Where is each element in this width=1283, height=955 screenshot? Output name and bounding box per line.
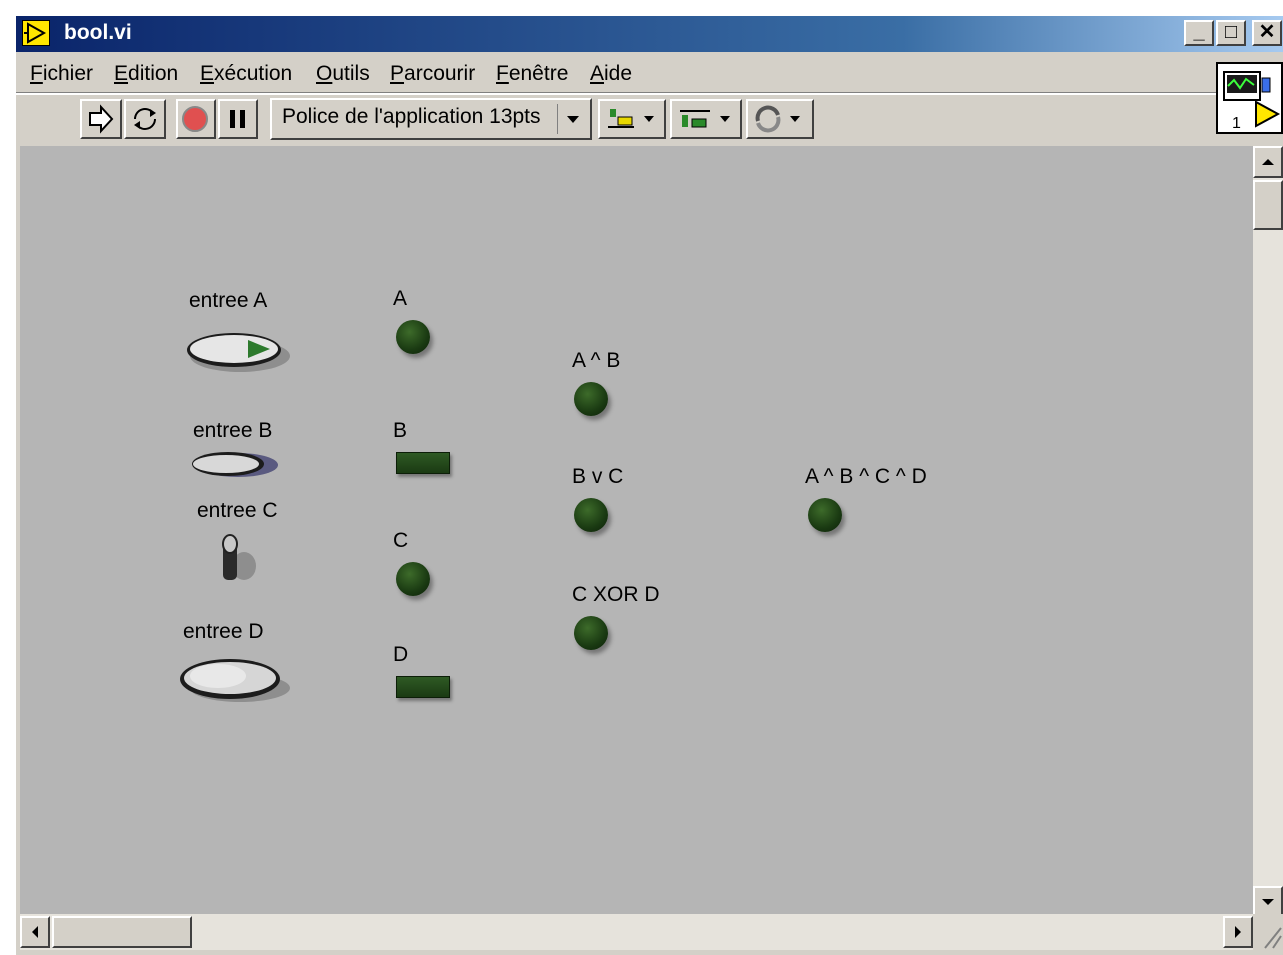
indicator-d-label: D <box>393 643 409 666</box>
title-bar[interactable]: bool.vi _ □ ✕ <box>16 16 1283 52</box>
vi-connector-pane-icon[interactable]: 1 <box>1216 62 1283 134</box>
indicator-c-xor-d-label: C XOR D <box>572 583 660 606</box>
indicator-all-and-led <box>808 498 842 532</box>
entree-d-label: entree D <box>183 620 264 643</box>
menu-separator <box>16 92 1216 95</box>
reorder-button[interactable] <box>746 99 814 139</box>
menu-aide[interactable]: Aide <box>590 62 632 86</box>
run-arrow-icon <box>89 104 114 134</box>
arrow-down-icon <box>1262 899 1274 905</box>
menu-fenetre[interactable]: Fenêtre <box>496 62 568 86</box>
window-title: bool.vi <box>64 21 132 44</box>
indicator-b-or-c-led <box>574 498 608 532</box>
scroll-left-button[interactable] <box>20 916 50 948</box>
distribute-objects-button[interactable] <box>670 99 742 139</box>
arrow-right-icon <box>1235 926 1241 938</box>
indicator-a-label: A <box>393 287 408 310</box>
chevron-down-icon[interactable] <box>557 104 588 134</box>
menu-edition[interactable]: Edition <box>114 62 178 86</box>
indicator-a-and-b-led <box>574 382 608 416</box>
align-objects-icon <box>608 109 654 128</box>
horizontal-scrollbar[interactable] <box>20 914 1253 950</box>
scroll-up-button[interactable] <box>1253 146 1283 178</box>
stop-icon <box>182 106 208 132</box>
run-continuously-icon <box>134 108 156 130</box>
indicator-a-and-b-label: A ^ B <box>572 349 621 372</box>
indicator-c-led <box>396 562 430 596</box>
distribute-objects-icon <box>680 110 730 128</box>
front-panel <box>20 146 1253 914</box>
indicator-b-or-c-label: B v C <box>572 465 624 488</box>
reorder-icon <box>755 105 800 133</box>
indicator-c-label: C <box>393 529 409 552</box>
vertical-scrollbar[interactable] <box>1253 146 1283 918</box>
horizontal-scroll-thumb[interactable] <box>52 916 192 948</box>
maximize-button[interactable]: □ <box>1216 20 1246 46</box>
entree-c-label: entree C <box>197 499 278 522</box>
indicator-c-xor-d-led <box>574 616 608 650</box>
font-selector[interactable]: Police de l'application 13pts <box>270 98 592 140</box>
vertical-scroll-thumb[interactable] <box>1253 180 1283 230</box>
entree-c-toggle[interactable] <box>214 530 260 586</box>
menu-outils[interactable]: Outils <box>316 62 370 86</box>
indicator-d-square-led <box>396 676 450 698</box>
arrow-up-icon <box>1262 159 1274 165</box>
align-objects-button[interactable] <box>598 99 666 139</box>
arrow-left-icon <box>32 926 38 938</box>
connector-number: 1 <box>1232 115 1241 132</box>
indicator-a-led <box>396 320 430 354</box>
entree-b-label: entree B <box>193 419 273 442</box>
indicator-all-and-label: A ^ B ^ C ^ D <box>805 465 927 488</box>
run-button[interactable] <box>80 99 122 139</box>
entree-a-button[interactable] <box>184 330 292 374</box>
menu-parcourir[interactable]: Parcourir <box>390 62 475 86</box>
font-selector-value: Police de l'application 13pts <box>282 105 541 128</box>
menu-execution[interactable]: Exécution <box>200 62 292 86</box>
entree-a-label: entree A <box>189 289 268 312</box>
pause-icon <box>230 110 245 128</box>
pause-button[interactable] <box>218 99 258 139</box>
size-grip-icon[interactable] <box>1253 914 1283 950</box>
close-button[interactable]: ✕ <box>1252 20 1282 46</box>
menu-fichier[interactable]: Fichier <box>30 62 93 86</box>
minimize-button[interactable]: _ <box>1184 20 1214 46</box>
entree-d-button[interactable] <box>178 656 294 706</box>
labview-vi-icon <box>22 20 50 46</box>
indicator-b-label: B <box>393 419 408 442</box>
run-continuously-button[interactable] <box>124 99 166 139</box>
scroll-right-button[interactable] <box>1223 916 1253 948</box>
entree-b-switch[interactable] <box>190 450 282 480</box>
abort-button[interactable] <box>176 99 216 139</box>
indicator-b-square-led <box>396 452 450 474</box>
